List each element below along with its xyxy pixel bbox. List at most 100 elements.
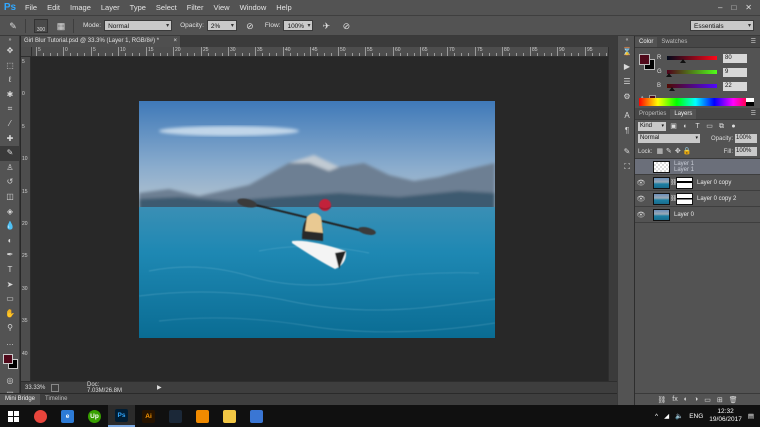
character-panel-icon[interactable]: A <box>618 108 636 123</box>
document-tab[interactable]: Girl Blur Tutorial.psd @ 33.3% (Layer 1,… <box>21 36 181 47</box>
document-tab-close-icon[interactable]: × <box>173 36 177 47</box>
tab-layers[interactable]: Layers <box>670 109 697 119</box>
lock-image-icon[interactable]: ✎ <box>664 147 673 156</box>
styles-panel-icon[interactable]: ⚙ <box>618 89 636 104</box>
vertical-ruler[interactable]: 5 0 5 10 15 20 25 30 35 40 <box>21 57 31 381</box>
eyedropper-tool-icon[interactable]: ⁄ <box>0 117 20 132</box>
menu-file[interactable]: File <box>20 0 42 15</box>
status-menu-arrow-icon[interactable]: ▶ <box>157 384 162 391</box>
taskbar-app-button[interactable]: Ai <box>135 405 162 427</box>
pressure-size-icon[interactable]: ⊘ <box>339 19 353 33</box>
taskbar-app-button[interactable]: e <box>54 405 81 427</box>
brush-tool-icon[interactable]: ✎ <box>0 146 20 161</box>
airbrush-icon[interactable]: ✈ <box>319 19 333 33</box>
add-mask-icon[interactable]: ◐ <box>684 396 688 403</box>
move-tool-icon[interactable]: ✥ <box>0 44 20 59</box>
link-layers-icon[interactable]: ⛓ <box>657 396 666 404</box>
foreground-color-chip[interactable] <box>639 54 650 65</box>
menu-filter[interactable]: Filter <box>182 0 209 15</box>
pressure-opacity-icon[interactable]: ⊘ <box>243 19 257 33</box>
layer-visibility-eye-icon[interactable]: 👁 <box>635 195 647 203</box>
layer-visibility-eye-icon[interactable]: 👁 <box>635 179 647 187</box>
maximize-button[interactable]: □ <box>731 3 736 12</box>
tab-color[interactable]: Color <box>635 37 658 47</box>
layer-thumbnail[interactable] <box>653 208 670 221</box>
green-channel-value[interactable]: 9 <box>723 67 747 77</box>
minimize-button[interactable]: – <box>718 3 722 12</box>
blue-channel-value[interactable]: 22 <box>723 81 747 91</box>
menu-help[interactable]: Help <box>271 0 296 15</box>
history-brush-tool-icon[interactable]: ↺ <box>0 175 20 190</box>
color-spectrum[interactable] <box>639 98 752 106</box>
layer-name[interactable]: Layer 0 copy 2 <box>697 196 736 202</box>
tab-timeline[interactable]: Timeline <box>40 394 72 405</box>
taskbar-app-button[interactable]: Up <box>81 405 108 427</box>
new-layer-icon[interactable]: ⊞ <box>717 396 723 404</box>
taskbar-app-button[interactable]: Ps <box>108 405 135 427</box>
filter-toggle-icon[interactable]: ● <box>729 122 738 131</box>
clock[interactable]: 12:32 19/06/2017 <box>709 408 742 424</box>
history-panel-icon[interactable]: ⌛ <box>618 44 636 59</box>
color-swatches[interactable] <box>3 354 19 370</box>
blur-tool-icon[interactable]: 💧 <box>0 219 20 234</box>
clone-stamp-tool-icon[interactable]: ♙ <box>0 161 20 176</box>
layer-visibility-eye-icon[interactable]: 👁 <box>635 211 647 219</box>
delete-layer-icon[interactable]: 🗑 <box>729 396 738 404</box>
zoom-tool-icon[interactable]: ⚲ <box>0 321 20 336</box>
red-channel-value[interactable]: 80 <box>723 53 747 63</box>
pen-tool-icon[interactable]: ✒ <box>0 248 20 263</box>
taskbar-app-button[interactable] <box>216 405 243 427</box>
lock-transparent-icon[interactable]: ▦ <box>655 147 664 156</box>
toolbar-collapse-icon[interactable]: » <box>0 36 20 44</box>
zoom-level[interactable]: 33.33% <box>21 385 51 391</box>
foreground-color-swatch[interactable] <box>3 354 13 364</box>
eraser-tool-icon[interactable]: ◫ <box>0 190 20 205</box>
network-icon[interactable]: ◢ <box>664 412 669 420</box>
layer-thumbnail[interactable] <box>653 192 670 205</box>
taskbar-app-button[interactable] <box>162 405 189 427</box>
menu-type[interactable]: Type <box>125 0 151 15</box>
dock-collapse-icon[interactable]: « <box>618 36 636 44</box>
notifications-icon[interactable]: ▤ <box>748 412 754 420</box>
filter-adjustment-icon[interactable]: ◐ <box>681 122 690 131</box>
new-group-icon[interactable]: ▭ <box>704 396 711 404</box>
opacity-input[interactable]: 2% <box>206 20 237 32</box>
taskbar-app-button[interactable] <box>27 405 54 427</box>
filter-kind-select[interactable]: Kind <box>638 121 666 131</box>
brush-panel-toggle-icon[interactable]: ▦ <box>54 19 68 33</box>
path-selection-tool-icon[interactable]: ➤ <box>0 278 20 293</box>
menu-select[interactable]: Select <box>151 0 182 15</box>
adjustment-layer-icon[interactable]: ◑ <box>694 396 698 403</box>
paragraph-panel-icon[interactable]: ¶ <box>618 123 636 138</box>
blue-channel-slider[interactable] <box>667 84 717 91</box>
fill-input[interactable]: 100% <box>735 147 757 156</box>
vertical-scrollbar[interactable] <box>608 47 617 381</box>
lasso-tool-icon[interactable]: ℓ <box>0 73 20 88</box>
canvas-image-kayak[interactable] <box>139 101 495 338</box>
quick-selection-tool-icon[interactable]: ✱ <box>0 88 20 103</box>
blend-mode-select[interactable]: Normal <box>638 134 700 143</box>
menu-image[interactable]: Image <box>65 0 96 15</box>
lock-position-icon[interactable]: ✥ <box>673 147 682 156</box>
layer-thumbnail[interactable] <box>653 176 670 189</box>
layer-row[interactable]: 👁 ⛓ Layer 0 copy 2 <box>635 191 760 207</box>
black-white-swatch[interactable] <box>746 98 754 106</box>
layer-name[interactable]: Layer 0 copy <box>697 180 731 186</box>
healing-brush-tool-icon[interactable]: ✚ <box>0 132 20 147</box>
slider-thumb[interactable] <box>679 59 686 63</box>
tab-properties[interactable]: Properties <box>635 109 670 119</box>
actions-panel-icon[interactable]: ▶ <box>618 59 636 74</box>
start-button[interactable] <box>0 405 27 427</box>
slider-thumb[interactable] <box>668 87 675 91</box>
dodge-tool-icon[interactable]: ◐ <box>0 234 20 249</box>
marquee-tool-icon[interactable]: ⬚ <box>0 59 20 74</box>
brush-tool-preset-icon[interactable]: ✎ <box>6 19 20 33</box>
shape-tool-icon[interactable]: ▭ <box>0 292 20 307</box>
crop-tool-icon[interactable]: ⌗ <box>0 102 20 117</box>
filter-type-icon[interactable]: T <box>693 122 702 131</box>
red-channel-slider[interactable] <box>667 56 717 63</box>
horizontal-ruler[interactable]: 5 0 5 10 15 20 25 30 35 40 45 50 55 60 65 70 75 80 85 90 95 <box>32 47 608 57</box>
slider-thumb[interactable] <box>666 73 672 77</box>
volume-icon[interactable]: 🔈 <box>675 412 683 420</box>
layer-mask-thumbnail[interactable] <box>676 176 693 189</box>
